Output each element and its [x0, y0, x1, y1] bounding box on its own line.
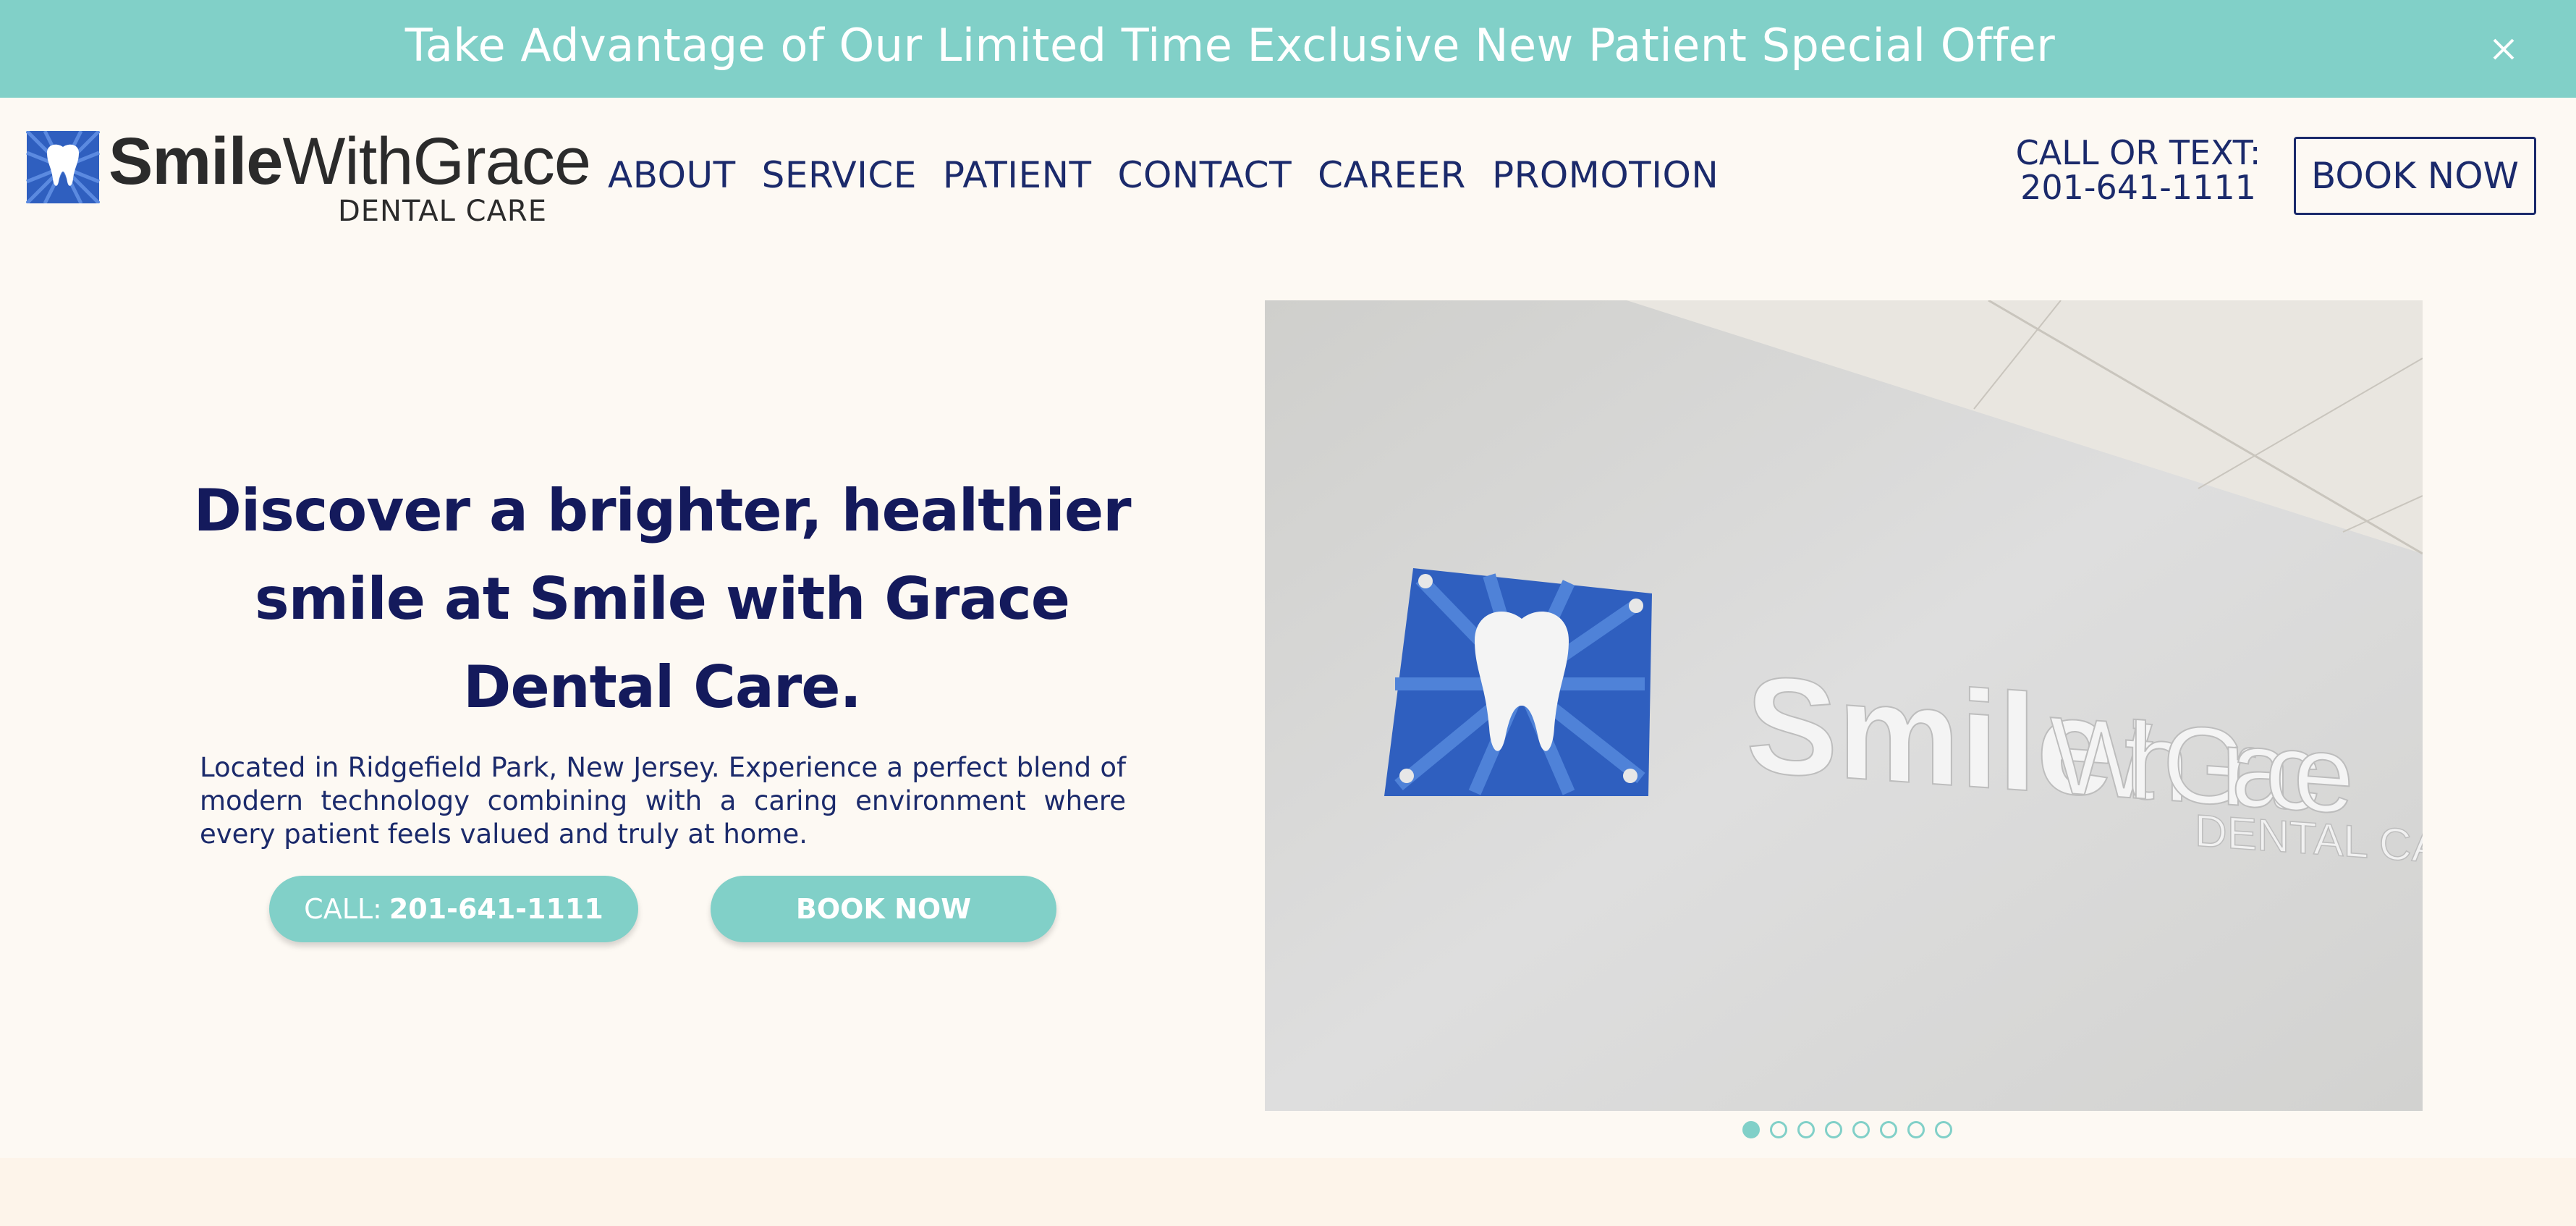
next-section-band — [0, 1158, 2576, 1226]
promo-banner: Take Advantage of Our Limited Time Exclu… — [0, 0, 2576, 98]
slider-dot[interactable] — [1742, 1121, 1760, 1138]
slider-dot[interactable] — [1770, 1121, 1787, 1138]
hero-title-line: Discover a brighter, healthier — [193, 477, 1131, 544]
slider-pagination — [1742, 1121, 1952, 1138]
slider-dot[interactable] — [1797, 1121, 1815, 1138]
hero-call-button[interactable]: CALL: 201-641-1111 — [269, 876, 638, 942]
nav-contact[interactable]: CONTACT — [1118, 154, 1292, 196]
nav-patient[interactable]: PATIENT — [943, 154, 1092, 196]
hero-title: Discover a brighter, healthier smile at … — [174, 467, 1151, 732]
slider-dot[interactable] — [1880, 1121, 1897, 1138]
call-button-number: 201-641-1111 — [389, 893, 603, 925]
call-number[interactable]: 201-641-1111 — [2012, 170, 2265, 205]
slider-dot[interactable] — [1935, 1121, 1952, 1138]
slider-dot[interactable] — [1825, 1121, 1842, 1138]
logo-subtitle: DENTAL CARE — [337, 195, 547, 228]
hero-title-line: Dental Care. — [463, 654, 862, 721]
hero-slide-image: Smile WithGrace DENTAL CARE — [1265, 300, 2423, 1111]
site-header: SmileWithGrace DENTAL CARE ABOUT SERVICE… — [0, 98, 2576, 253]
header-book-now-button[interactable]: BOOK NOW — [2294, 137, 2536, 215]
header-call-info[interactable]: CALL OR TEXT: 201-641-1111 — [2012, 135, 2265, 205]
promo-banner-text[interactable]: Take Advantage of Our Limited Time Exclu… — [0, 19, 2460, 72]
office-sign-photo: Smile WithGrace DENTAL CARE — [1265, 300, 2423, 1111]
call-button-prefix: CALL: — [304, 893, 382, 925]
nav-career[interactable]: CAREER — [1318, 154, 1466, 196]
hero-description: Located in Ridgefield Park, New Jersey. … — [200, 752, 1126, 850]
site-logo[interactable]: SmileWithGrace DENTAL CARE — [26, 124, 591, 229]
tooth-icon — [1384, 568, 1652, 796]
close-icon[interactable] — [2482, 28, 2525, 71]
hero-title-line: smile at Smile with Grace — [254, 565, 1070, 633]
nav-about[interactable]: ABOUT — [608, 154, 736, 196]
slider-dot[interactable] — [1907, 1121, 1925, 1138]
logo-wordmark: SmileWithGrace — [109, 124, 591, 198]
nav-service[interactable]: SERVICE — [762, 154, 917, 196]
tooth-icon — [26, 131, 100, 203]
slider-dot[interactable] — [1852, 1121, 1870, 1138]
main-nav: ABOUT SERVICE PATIENT CONTACT CAREER PRO… — [608, 154, 1745, 196]
hero-book-now-button[interactable]: BOOK NOW — [711, 876, 1056, 942]
call-label: CALL OR TEXT: — [2015, 133, 2261, 172]
nav-promotion[interactable]: PROMOTION — [1492, 154, 1719, 196]
